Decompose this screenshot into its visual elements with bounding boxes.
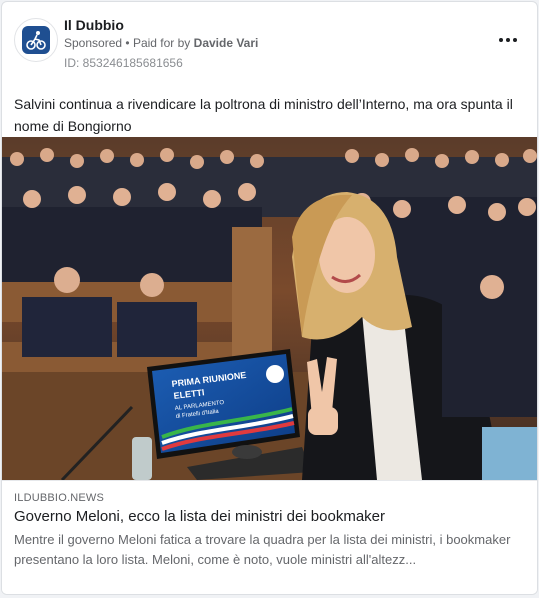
post-header: Il Dubbio Sponsored • Paid for by Davide… [2,2,537,82]
page-name[interactable]: Il Dubbio [64,17,124,33]
link-description: Mentre il governo Meloni fatica a trovar… [14,532,511,567]
link-domain: ILDUBBIO.NEWS [14,492,105,504]
post-text: Salvini continua a rivendicare la poltro… [14,96,513,134]
paid-by-name[interactable]: Davide Vari [194,36,259,50]
sponsored-meta: Sponsored • Paid for by Davide Vari [64,36,258,50]
page-avatar[interactable] [14,18,58,62]
post-id: ID: 853246185681656 [64,56,183,70]
sponsored-post-card: Il Dubbio Sponsored • Paid for by Davide… [1,1,538,595]
post-photo[interactable]: PRIMA RIUNIONE ELETTI AL PARLAMENTO di F… [2,137,538,480]
link-preview[interactable]: ILDUBBIO.NEWS Governo Meloni, ecco la li… [2,480,537,594]
more-options-icon[interactable] [499,32,517,48]
link-headline[interactable]: Governo Meloni, ecco la lista dei minist… [14,508,526,525]
meta-separator: • [125,36,130,50]
paid-for-prefix: Paid for by [132,36,191,50]
sponsored-label[interactable]: Sponsored [64,36,122,50]
cyclist-logo-icon [22,26,50,54]
